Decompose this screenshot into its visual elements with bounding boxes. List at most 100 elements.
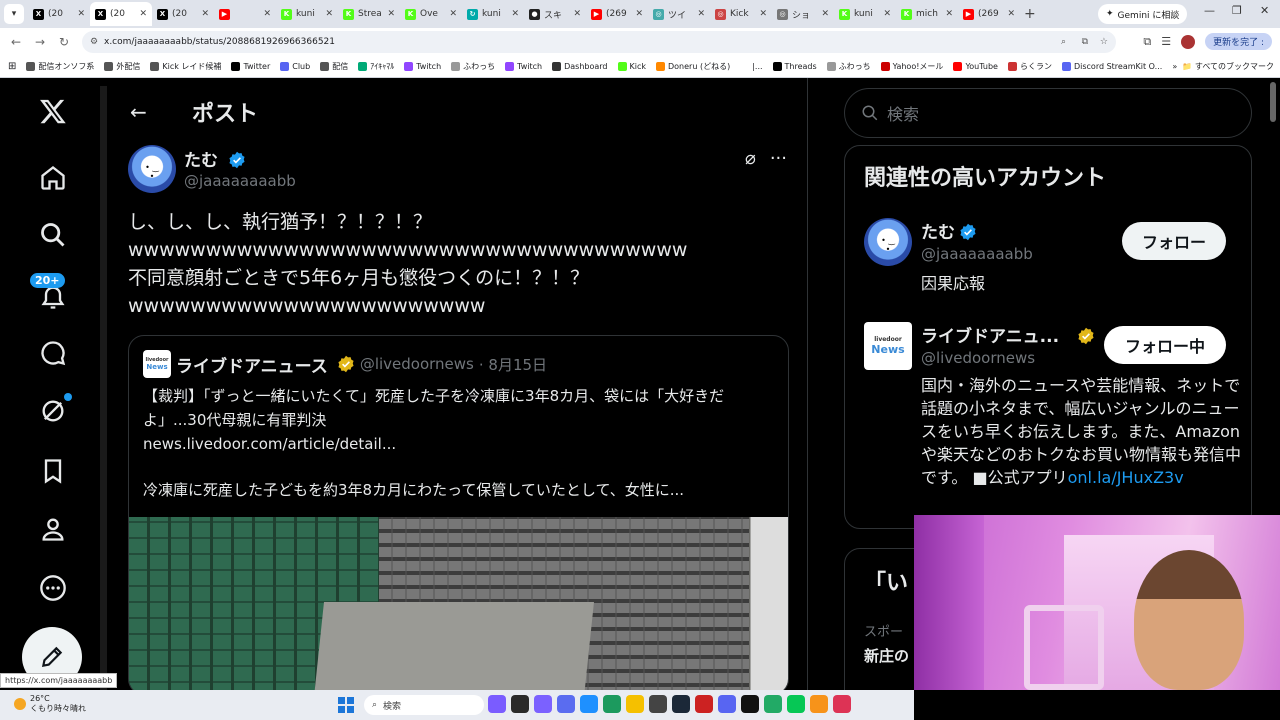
tab-close-icon[interactable]: ✕ [945, 9, 953, 19]
browser-tab[interactable]: X (20 ✕ [28, 2, 90, 26]
search-icon[interactable] [34, 216, 72, 254]
bookmark-item[interactable]: Twitch [505, 61, 542, 72]
author-handle[interactable]: @jaaaaaaaabb [184, 172, 296, 190]
tab-close-icon[interactable]: ✕ [449, 9, 457, 19]
x-logo-icon[interactable] [34, 92, 72, 130]
home-icon[interactable] [34, 159, 72, 197]
tab-close-icon[interactable]: ✕ [325, 9, 333, 19]
more-options-icon[interactable]: ··· [770, 148, 787, 169]
update-button[interactable]: 更新を完了 : [1205, 33, 1272, 50]
account-item[interactable]: livedoor News ライブドアニュ... @livedoornews 国内… [864, 322, 1244, 522]
tab-close-icon[interactable]: ✕ [139, 9, 147, 19]
quoted-post[interactable]: livedoor News ライブドアニュース @livedoornews · 8… [128, 335, 789, 690]
browser-tab[interactable]: K Strea ✕ [338, 2, 400, 26]
tab-close-icon[interactable]: ✕ [511, 9, 519, 19]
bookmark-item[interactable]: Club [280, 61, 310, 72]
bookmark-item[interactable]: Twitter [231, 61, 270, 72]
taskbar-app-icon[interactable] [741, 695, 759, 713]
taskbar-app-icon[interactable] [810, 695, 828, 713]
reading-list-icon[interactable]: ☰ [1161, 35, 1171, 48]
taskbar-app-icon[interactable] [626, 695, 644, 713]
tab-close-icon[interactable]: ✕ [1007, 9, 1015, 19]
weather-widget[interactable]: 26°C くもり時々晴れ [14, 694, 86, 714]
browser-tab[interactable]: Kkuni ✕ [276, 2, 338, 26]
bookmark-item[interactable]: 配信オンソフ系 [26, 61, 94, 72]
right-scrollbar[interactable] [1270, 82, 1276, 122]
taskbar-app-icon[interactable] [764, 695, 782, 713]
bookmark-item[interactable]: 配信 [320, 61, 348, 72]
taskbar-app-icon[interactable] [695, 695, 713, 713]
bookmark-item[interactable]: |... [740, 61, 763, 72]
taskbar-app-icon[interactable] [649, 695, 667, 713]
browser-tab[interactable]: ↻ kuni ✕ [462, 2, 524, 26]
bookmark-item[interactable]: 外配信 [104, 61, 140, 72]
back-arrow-icon[interactable]: ← [130, 100, 147, 124]
more-icon[interactable] [34, 569, 72, 607]
install-icon[interactable]: ⧉ [1082, 37, 1088, 47]
all-bookmarks[interactable]: » 📁 すべてのブックマーク [1172, 61, 1274, 72]
messages-icon[interactable] [34, 334, 72, 372]
browser-tab[interactable]: K Ove ✕ [400, 2, 462, 26]
forward-icon[interactable]: → [28, 35, 52, 49]
bookmark-item[interactable]: YouTube [953, 61, 998, 72]
tab-close-icon[interactable]: ✕ [201, 9, 209, 19]
quote-link[interactable]: news.livedoor.com/article/detail... [143, 432, 783, 456]
new-tab-button[interactable]: + [1024, 6, 1036, 22]
tab-close-icon[interactable]: ✕ [883, 9, 891, 19]
bookmarks-icon[interactable] [34, 452, 72, 490]
account-name-row[interactable]: ライブドアニュ... [921, 322, 1095, 347]
url-field[interactable]: ⚙ x.com/jaaaaaaaabb/status/2088681926966… [82, 31, 1116, 53]
taskbar-app-icon[interactable] [488, 695, 506, 713]
search-input[interactable]: 検索 [844, 88, 1252, 138]
taskbar-app-icon[interactable] [534, 695, 552, 713]
browser-tab[interactable]: ◎ ショ ✕ [772, 2, 834, 26]
bookmark-item[interactable]: Kick [617, 61, 646, 72]
account-item[interactable]: • ‿ • たむ @jaaaaaaaabb 因果応報 フォロー [864, 218, 1244, 298]
profile-avatar[interactable] [1181, 34, 1196, 49]
author-avatar[interactable]: • ‿ • [128, 145, 176, 193]
account-name-row[interactable]: たむ [921, 218, 977, 243]
tab-search-button[interactable]: ▾ [4, 4, 24, 24]
restore-button[interactable]: ❐ [1232, 4, 1242, 17]
follow-button[interactable]: フォロー [1122, 222, 1226, 260]
bookmark-item[interactable]: ふわっち [451, 61, 495, 72]
extensions-icon[interactable]: ⧉ [1143, 35, 1151, 49]
bookmark-item[interactable]: らくラン [1007, 61, 1052, 72]
bookmark-item[interactable]: Yahoo!メール [880, 61, 943, 72]
taskbar-app-icon[interactable] [672, 695, 690, 713]
quote-photo[interactable] [129, 517, 788, 690]
left-scrollbar[interactable] [100, 86, 107, 690]
browser-tab[interactable]: Kmich ✕ [896, 2, 958, 26]
bookmark-item[interactable]: Kick レイド候補 [150, 61, 221, 72]
tab-close-icon[interactable]: ✕ [635, 9, 643, 19]
tab-close-icon[interactable]: ✕ [759, 9, 767, 19]
browser-tab[interactable]: Kkuni ✕ [834, 2, 896, 26]
bookmark-item[interactable]: ふわっち [826, 61, 871, 72]
author-name-row[interactable]: たむ [184, 146, 246, 171]
taskbar-app-icon[interactable] [603, 695, 621, 713]
bookmark-item[interactable]: Doneru (どねる) [656, 61, 730, 72]
browser-tab[interactable]: ▶ ✕ [214, 2, 276, 26]
taskbar-app-icon[interactable] [557, 695, 575, 713]
browser-tab[interactable]: ▶ (269 ✕ [958, 2, 1020, 26]
taskbar-app-icon[interactable] [511, 695, 529, 713]
tab-close-icon[interactable]: ✕ [77, 9, 85, 19]
minimize-button[interactable]: — [1204, 4, 1215, 17]
bookmark-item[interactable]: Discord StreamKit O... [1061, 61, 1162, 72]
tab-close-icon[interactable]: ✕ [821, 9, 829, 19]
bookmark-item[interactable]: Threads [772, 61, 817, 72]
taskbar-app-icon[interactable] [580, 695, 598, 713]
bookmark-item[interactable]: ｱｲｷｬﾏﾙ [358, 61, 394, 72]
tab-close-icon[interactable]: ✕ [387, 9, 395, 19]
bookmark-item[interactable]: Dashboard [552, 61, 608, 72]
zoom-icon[interactable]: ⌕ [1061, 37, 1066, 47]
tab-close-icon[interactable]: ✕ [697, 9, 705, 19]
tab-close-icon[interactable]: ✕ [263, 9, 271, 19]
bookmark-item[interactable]: Twitch [404, 61, 441, 72]
taskbar-app-icon[interactable] [833, 695, 851, 713]
account-avatar[interactable]: • ‿ • [864, 218, 912, 266]
taskbar-app-icon[interactable] [787, 695, 805, 713]
bookmark-star-icon[interactable]: ☆ [1100, 37, 1108, 47]
profile-icon[interactable] [34, 510, 72, 548]
browser-tab[interactable]: X (20 ✕ [152, 2, 214, 26]
